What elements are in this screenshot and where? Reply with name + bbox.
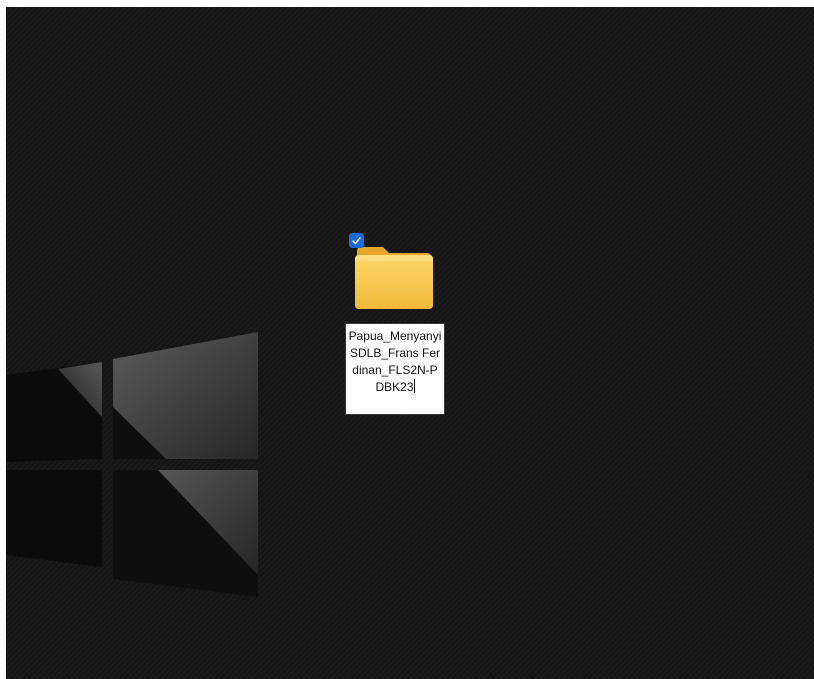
logo-pane-lower-left: [6, 470, 102, 567]
rename-input[interactable]: Papua_Menyanyi SDLB_Frans Ferdinan_FLS2N…: [345, 323, 445, 415]
checkmark-icon: [352, 237, 361, 245]
folder-icon[interactable]: [353, 241, 435, 313]
rename-text: Papua_Menyanyi SDLB_Frans Ferdinan_FLS2N…: [348, 329, 445, 394]
desktop[interactable]: Papua_Menyanyi SDLB_Frans Ferdinan_FLS2N…: [6, 7, 814, 679]
selection-checkbox[interactable]: [349, 233, 364, 248]
desktop-folder-item[interactable]: Papua_Menyanyi SDLB_Frans Ferdinan_FLS2N…: [345, 233, 447, 419]
text-caret: [413, 379, 415, 393]
